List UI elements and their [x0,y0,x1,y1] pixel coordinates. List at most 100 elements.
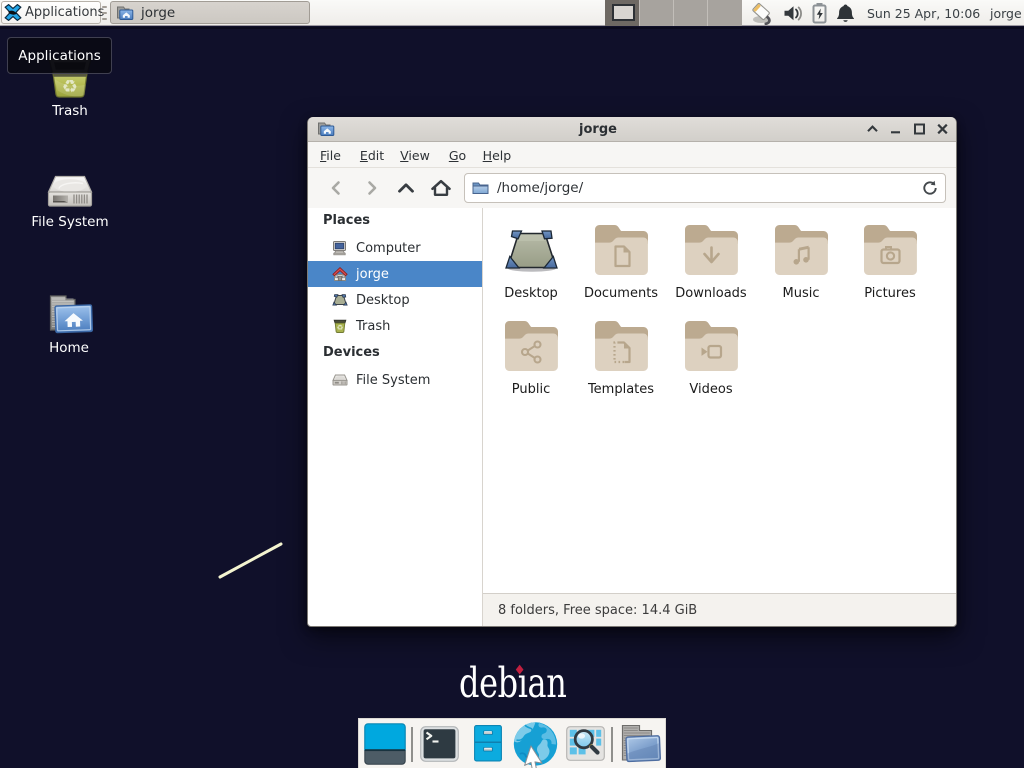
notifications-bell-icon[interactable] [835,0,856,26]
shade-button[interactable] [861,117,883,141]
menu-go[interactable]: Go [449,148,466,163]
debian-logo-text-2: an [528,659,567,707]
applications-menu-button[interactable]: Applications [1,1,101,24]
desktop-icon-label: Home [49,340,89,356]
battery-icon[interactable] [811,0,828,26]
applications-tooltip-text: Applications [18,48,100,64]
sidebar-item-trash[interactable]: ♻ Trash [308,313,482,339]
taskbar-window-label: jorge [141,5,175,21]
panel-clock[interactable]: Sun 25 Apr, 10:06 [867,0,980,26]
debian-logo-i: ı [518,659,528,707]
folder-item-label: Desktop [504,286,558,301]
close-button[interactable] [931,117,953,141]
public-folder-icon [505,320,558,372]
app-finder-icon[interactable] [566,726,605,761]
right-pane: Desktop Documents Downloads Music Pictur… [483,208,956,626]
sidebar-item-label: Trash [356,319,390,334]
folder-item-videos[interactable]: Videos [666,320,756,397]
network-icon[interactable] [751,0,779,26]
sidebar: Places Computer jorge Desktop ♻ Trash De… [308,208,483,626]
folder-item-label: Templates [588,382,654,397]
sidebar-item-label: File System [356,373,430,388]
sidebar-header-devices: Devices [308,343,482,363]
up-button[interactable] [391,173,421,203]
reload-icon[interactable] [922,180,938,196]
web-browser-icon[interactable] [513,722,558,768]
workspace-3[interactable] [674,0,708,26]
hard-drive-icon [332,372,349,388]
workspace-4[interactable] [708,0,742,26]
debian-wallpaper-logo: debıan [459,659,566,707]
folder-view[interactable]: Desktop Documents Downloads Music Pictur… [483,208,956,593]
folder-item-public[interactable]: Public [486,320,576,397]
folder-item-label: Videos [689,382,732,397]
folder-item-label: Documents [584,286,658,301]
computer-icon [332,240,349,256]
file-cabinet-icon[interactable] [474,725,502,762]
dock-separator [611,727,613,762]
desktop-icon-home[interactable]: Home [24,294,114,356]
folder-item-pictures[interactable]: Pictures [845,224,935,301]
window-title: jorge [308,122,888,137]
desktop-icon [505,224,558,276]
statusbar-text: 8 folders, Free space: 14.4 GiB [498,603,697,618]
menu-edit[interactable]: Edit [360,148,384,163]
music-folder-icon [775,224,828,276]
desktop-scratch-line [219,543,290,578]
workspace-2[interactable] [640,0,674,26]
xfce-logo-icon [4,4,22,21]
folder-item-downloads[interactable]: Downloads [666,224,756,301]
volume-icon[interactable] [783,0,806,26]
sidebar-item-computer[interactable]: Computer [308,235,482,261]
sidebar-item-jorge[interactable]: jorge [308,261,482,287]
minimize-button[interactable] [884,117,906,141]
toolbar: /home/jorge/ [308,168,956,208]
desktop-icon-label: Trash [52,103,88,119]
file-manager-icon[interactable] [619,723,661,763]
sidebar-item-desktop[interactable]: Desktop [308,287,482,313]
folder-item-desktop[interactable]: Desktop [486,224,576,301]
maximize-button[interactable] [908,117,930,141]
desktop-icon-file-system[interactable]: File System [25,175,115,230]
applications-menu-label: Applications [25,5,104,20]
statusbar: 8 folders, Free space: 14.4 GiB [483,593,956,626]
folder-item-label: Music [783,286,820,301]
workspace-1[interactable] [605,0,640,26]
applications-tooltip: Applications [7,37,112,74]
path-bar[interactable]: /home/jorge/ [464,173,946,203]
downloads-folder-icon [685,224,738,276]
taskbar-window-button[interactable]: jorge [110,1,310,24]
desktop-icon-label: File System [31,214,108,230]
home-folder-icon [45,294,93,336]
back-button[interactable] [322,173,352,203]
workspace-pager[interactable] [605,0,742,26]
window-titlebar[interactable]: jorge [308,117,956,142]
folder-item-label: Pictures [864,286,915,301]
sidebar-header-places: Places [308,211,482,231]
home-folder-icon [116,5,134,21]
show-desktop-icon[interactable] [364,723,406,765]
path-text[interactable]: /home/jorge/ [497,180,922,196]
panel-shadow [0,27,1024,29]
home-icon [332,266,349,282]
terminal-icon[interactable] [420,726,459,762]
hard-drive-icon [47,175,93,210]
videos-folder-icon [685,320,738,372]
sidebar-item-file-system[interactable]: File System [308,367,482,393]
menu-file[interactable]: File [320,148,341,163]
sidebar-item-label: jorge [356,267,389,282]
desktop-icon [332,292,349,308]
menu-view[interactable]: View [400,148,430,163]
folder-item-documents[interactable]: Documents [576,224,666,301]
svg-text:♻: ♻ [337,323,344,332]
panel-handle[interactable] [102,6,108,20]
menubar: File Edit View Go Help [308,143,956,168]
workspace-window-preview [612,4,635,21]
dock-separator [411,727,413,762]
home-button[interactable] [426,173,456,203]
folder-item-music[interactable]: Music [756,224,846,301]
folder-item-label: Public [512,382,550,397]
forward-button[interactable] [356,173,386,203]
folder-item-templates[interactable]: Templates [576,320,666,397]
menu-help[interactable]: Help [483,148,512,163]
